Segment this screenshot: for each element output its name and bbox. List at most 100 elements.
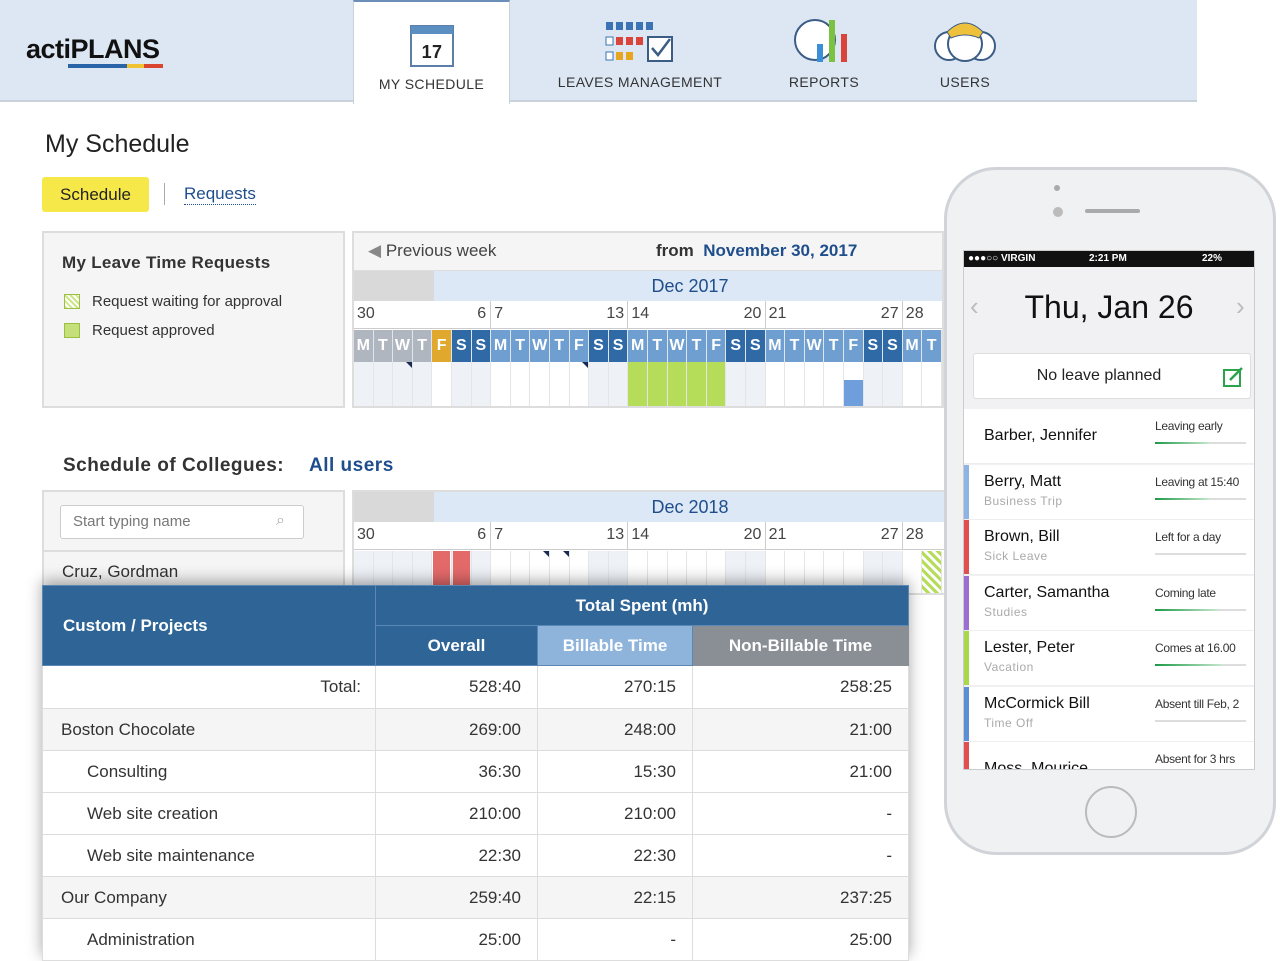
day-cell[interactable]: [393, 362, 413, 406]
leave-type: Studies: [984, 604, 1028, 619]
no-leave-card[interactable]: No leave planned: [973, 353, 1251, 399]
day-cell[interactable]: [902, 362, 923, 406]
status-progress-track: [1155, 608, 1246, 611]
project-name: Web site creation: [42, 792, 376, 835]
day-cell[interactable]: [412, 362, 433, 406]
day-letter: W: [804, 330, 825, 362]
table-row[interactable]: Boston Chocolate 269:00 248:00 21:00: [42, 708, 909, 751]
day-letter: S: [452, 330, 472, 362]
approved-leave-block[interactable]: [648, 362, 667, 406]
day-cell[interactable]: [785, 362, 805, 406]
time-value: 15:30: [537, 750, 693, 793]
project-name: Boston Chocolate: [42, 708, 376, 751]
svg-text:17: 17: [421, 42, 442, 62]
day-cell[interactable]: [530, 362, 550, 406]
column-header-projects[interactable]: Custom / Projects: [42, 585, 376, 666]
day-cell[interactable]: [628, 362, 648, 406]
day-cell[interactable]: [471, 362, 492, 406]
project-name: Web site maintenance: [42, 834, 376, 877]
leave-type: Sick Leave: [984, 549, 1048, 563]
clock: 2:21 PM: [1089, 253, 1127, 264]
week-day-number: 21: [768, 305, 787, 322]
day-cell[interactable]: [883, 362, 903, 406]
person-list-item[interactable]: Lester, Peter Vacation Comes at 16.00: [964, 631, 1254, 686]
day-cell[interactable]: [510, 362, 531, 406]
day-cell[interactable]: [491, 362, 511, 406]
day-cell[interactable]: [432, 362, 452, 406]
status-progress-fill: [1155, 497, 1210, 500]
day-cell[interactable]: [589, 362, 609, 406]
table-row[interactable]: Administration 25:00-25:00: [42, 918, 909, 961]
leave-event-block[interactable]: [844, 380, 863, 406]
nav-tab-leaves-management[interactable]: LEAVES MANAGEMENT: [550, 0, 730, 102]
person-list-item[interactable]: Brown, Bill Sick Leave Left for a day: [964, 520, 1254, 575]
person-list-item[interactable]: Moss, Mourice Absent for 3 hrs: [964, 742, 1254, 769]
table-row[interactable]: Consulting 36:30 15:30 21:00: [42, 750, 909, 793]
day-cell[interactable]: [667, 362, 688, 406]
column-header-non-billable[interactable]: Non-Billable Time: [692, 625, 909, 666]
day-cell[interactable]: [746, 362, 766, 406]
day-cell[interactable]: [922, 362, 942, 406]
nav-tab-reports[interactable]: REPORTS: [774, 0, 874, 102]
pending-leave-block[interactable]: [922, 551, 941, 593]
day-cell[interactable]: [863, 362, 884, 406]
week-day-number: 21: [768, 526, 787, 543]
previous-week-button[interactable]: ◀ Previous week: [368, 241, 496, 261]
schedule-tab-button[interactable]: Schedule: [42, 177, 149, 212]
next-day-chevron-icon[interactable]: ›: [1236, 291, 1245, 322]
name-search-input[interactable]: Start typing name: [60, 505, 304, 539]
day-cell[interactable]: [648, 362, 668, 406]
day-cell[interactable]: [922, 551, 942, 593]
day-cell[interactable]: [824, 362, 844, 406]
person-list-item[interactable]: Berry, Matt Business Trip Leaving at 15:40: [964, 464, 1254, 520]
leave-type: Vacation: [984, 660, 1034, 674]
table-row[interactable]: Our Company 259:40 22:15 237:25: [42, 876, 909, 919]
day-letter: S: [863, 330, 884, 362]
column-header-overall[interactable]: Overall: [375, 625, 538, 666]
leave-type: Time Off: [984, 715, 1034, 730]
week-day-number: 30: [357, 526, 375, 543]
person-list-item[interactable]: Carter, Samantha Studies Coming late: [964, 575, 1254, 631]
column-header-billable[interactable]: Billable Time: [537, 625, 693, 666]
nav-label: USERS: [939, 74, 991, 90]
day-cell[interactable]: [765, 362, 786, 406]
day-cell[interactable]: [550, 362, 570, 406]
day-cell[interactable]: [452, 362, 472, 406]
week-day-number: 30: [357, 305, 375, 322]
day-cell[interactable]: [687, 362, 707, 406]
person-list-item[interactable]: Barber, Jennifer Leaving early: [964, 409, 1254, 464]
person-list-item[interactable]: McCormick Bill Time Off Absent till Feb, 2: [964, 686, 1254, 742]
solid-swatch-icon: [64, 323, 80, 338]
all-users-filter-link[interactable]: All users: [309, 455, 394, 477]
week-separator: [764, 301, 766, 329]
day-cell[interactable]: [844, 362, 864, 406]
approved-leave-block[interactable]: [628, 362, 647, 406]
approved-leave-block[interactable]: [667, 362, 687, 406]
app-logo[interactable]: actiPLANS: [26, 34, 160, 65]
day-cell[interactable]: [706, 362, 727, 406]
edit-icon[interactable]: [1222, 364, 1246, 388]
day-cell[interactable]: [804, 362, 825, 406]
table-row[interactable]: Web site maintenance 22:30 22:30-: [42, 834, 909, 877]
table-row[interactable]: Web site creation 210:00 210:00-: [42, 792, 909, 835]
colleague-name[interactable]: Cruz, Gordman: [62, 562, 178, 582]
time-value: 210:00: [375, 792, 538, 835]
approved-leave-block[interactable]: [706, 362, 726, 406]
approved-leave-block[interactable]: [687, 362, 706, 406]
status-progress-fill: [1155, 608, 1219, 611]
time-value: 22:30: [375, 834, 538, 877]
requests-link[interactable]: Requests: [184, 184, 256, 205]
search-icon[interactable]: ⌕: [276, 512, 285, 530]
day-cell[interactable]: [354, 362, 374, 406]
day-letter: T: [550, 330, 570, 362]
day-cell[interactable]: [726, 362, 746, 406]
home-button[interactable]: [1085, 786, 1137, 838]
nav-tab-my-schedule[interactable]: 17 MY SCHEDULE: [353, 0, 510, 104]
day-cell[interactable]: [373, 362, 394, 406]
from-date-link[interactable]: November 30, 2017: [703, 241, 857, 260]
day-cell[interactable]: [608, 362, 629, 406]
week-number-row: 30 6 7 13 14 20 21 27 28: [354, 522, 944, 550]
nav-tab-users[interactable]: USERS: [915, 0, 1015, 102]
day-cell[interactable]: [569, 362, 590, 406]
phone-speaker: [1085, 209, 1140, 213]
